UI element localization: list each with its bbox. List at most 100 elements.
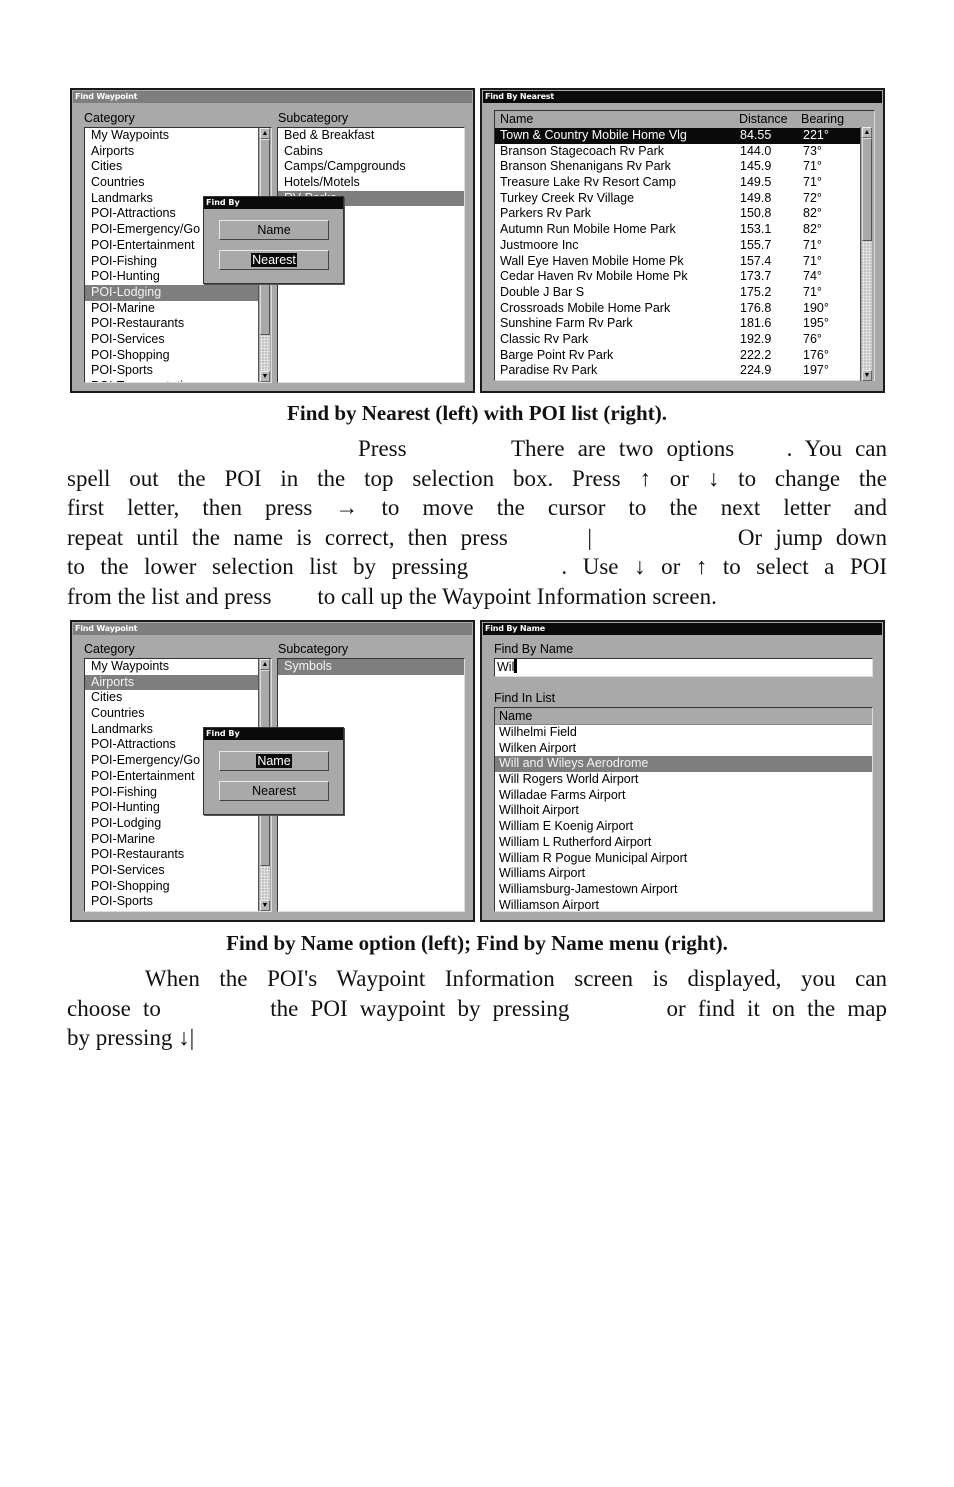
list-item[interactable]: Williamsburg-Jamestown Airport	[495, 882, 872, 898]
poi-distance: 176.8	[740, 300, 772, 315]
column-header-bearing[interactable]: Bearing	[801, 111, 844, 127]
list-item[interactable]: William L Rutherford Airport	[495, 835, 872, 851]
scroll-down-arrow-icon[interactable]: ▼	[260, 900, 270, 911]
list-header: Name	[495, 708, 872, 725]
table-row[interactable]: Cedar Haven Rv Mobile Home Pk 173.7 74°	[495, 269, 862, 285]
column-header-distance[interactable]: Distance	[739, 111, 788, 127]
list-item[interactable]: Symbols	[278, 659, 464, 675]
poi-name: Branson Shenanigans Rv Park	[500, 159, 671, 174]
list-item[interactable]: POI-Restaurants	[85, 847, 261, 863]
list-item[interactable]: Hotels/Motels	[278, 175, 464, 191]
scroll-down-arrow-icon[interactable]: ▼	[260, 371, 270, 382]
name-results-list[interactable]: Name Wilhelmi Field Wilken Airport Will an…	[494, 707, 873, 912]
list-item[interactable]: Williams Airport	[495, 866, 872, 882]
list-item[interactable]: POI-Restaurants	[85, 316, 261, 332]
table-row[interactable]: Crossroads Mobile Home Park 176.8 190°	[495, 301, 862, 317]
table-row[interactable]: Wall Eye Haven Mobile Home Pk 157.4 71°	[495, 254, 862, 270]
find-by-nearest-button[interactable]: Nearest	[219, 250, 329, 270]
name-search-input[interactable]: Wil	[494, 658, 873, 677]
find-waypoint-screen-2: Find Waypoint Category Subcategory My Wa…	[70, 620, 475, 922]
table-row[interactable]: Barge Point Rv Park 222.2 176°	[495, 348, 862, 364]
window-title: Find By Name	[483, 623, 882, 635]
find-by-nearest-screen: Find By Nearest Name Distance Bearing To…	[480, 88, 885, 393]
results-scrollbar[interactable]: ▲ ▼	[860, 127, 873, 381]
category-label: Category	[84, 111, 135, 125]
list-item[interactable]: Countries	[85, 706, 261, 722]
poi-distance: 192.9	[740, 331, 772, 346]
scroll-up-arrow-icon[interactable]: ▲	[260, 659, 270, 670]
list-item[interactable]: POI-Lodging	[85, 284, 261, 301]
poi-distance: 157.4	[740, 253, 772, 268]
list-item[interactable]: POI-Transportation	[85, 379, 261, 382]
list-item[interactable]: POI-Services	[85, 863, 261, 879]
scroll-track[interactable]	[862, 241, 872, 370]
nearest-results-table[interactable]: Name Distance Bearing Town & Country Mob…	[494, 110, 875, 381]
list-item[interactable]: POI-Shopping	[85, 879, 261, 895]
table-row[interactable]: Double J Bar S 175.2 71°	[495, 285, 862, 301]
list-item[interactable]: My Waypoints	[85, 128, 261, 144]
scroll-track[interactable]	[260, 335, 270, 371]
text-line: choose to the POI waypoint by pressing o…	[67, 995, 887, 1021]
list-item[interactable]: Airports	[85, 144, 261, 160]
poi-name: Sunshine Farm Rv Park	[500, 316, 633, 331]
list-item[interactable]: POI-Transportation	[85, 910, 261, 911]
text-line: Press There are two options . You can	[358, 436, 887, 461]
scroll-up-arrow-icon[interactable]: ▲	[862, 127, 872, 138]
poi-distance: 149.5	[740, 175, 772, 190]
find-by-nearest-label: Nearest	[252, 784, 296, 798]
table-row[interactable]: Turkey Creek Rv Village 149.8 72°	[495, 191, 862, 207]
scroll-up-arrow-icon[interactable]: ▲	[260, 128, 270, 139]
list-item[interactable]: Countries	[85, 175, 261, 191]
list-item[interactable]: POI-Marine	[85, 832, 261, 848]
list-item[interactable]: My Waypoints	[85, 659, 261, 675]
list-item[interactable]: Will Rogers World Airport	[495, 772, 872, 788]
text-cursor	[514, 659, 518, 673]
poi-name: Branson Stagecoach Rv Park	[500, 143, 664, 158]
find-by-name-button[interactable]: Name	[219, 751, 329, 771]
find-by-dialog: Find By Name Nearest	[203, 727, 344, 815]
table-row[interactable]: Branson Stagecoach Rv Park 144.0 73°	[495, 144, 862, 160]
find-in-list-label: Find In List	[494, 691, 556, 705]
list-item[interactable]: Williamson Airport	[495, 898, 872, 911]
list-item[interactable]: Willadae Farms Airport	[495, 788, 872, 804]
poi-name: Classic Rv Park	[500, 331, 589, 346]
list-item[interactable]: POI-Marine	[85, 301, 261, 317]
table-row[interactable]: Town & Country Mobile Home Vlg 84.55 221°	[495, 128, 862, 144]
list-item[interactable]: Cabins	[278, 144, 464, 160]
find-by-name-button[interactable]: Name	[219, 220, 329, 240]
list-item[interactable]: POI-Sports	[85, 894, 261, 910]
list-item[interactable]: Bed & Breakfast	[278, 128, 464, 144]
table-row[interactable]: Treasure Lake Rv Resort Camp 149.5 71°	[495, 175, 862, 191]
table-row[interactable]: Parkers Rv Park 150.8 82°	[495, 206, 862, 222]
list-item[interactable]: Cities	[85, 690, 261, 706]
list-item[interactable]: Wilken Airport	[495, 741, 872, 757]
table-row[interactable]: Classic Rv Park 192.9 76°	[495, 332, 862, 348]
list-item[interactable]: Airports	[85, 674, 261, 691]
list-item[interactable]: Cities	[85, 159, 261, 175]
scroll-down-arrow-icon[interactable]: ▼	[862, 370, 872, 381]
poi-distance: 173.7	[740, 269, 772, 284]
table-row[interactable]: Branson Shenanigans Rv Park 145.9 71°	[495, 159, 862, 175]
list-item[interactable]: William E Koenig Airport	[495, 819, 872, 835]
list-item[interactable]: POI-Services	[85, 332, 261, 348]
table-row[interactable]: Paradise Rv Park 224.9 197°	[495, 363, 862, 379]
list-item[interactable]: POI-Lodging	[85, 816, 261, 832]
list-item[interactable]: William R Pogue Municipal Airport	[495, 851, 872, 867]
scroll-thumb[interactable]	[862, 138, 872, 241]
poi-distance: 144.0	[740, 143, 772, 158]
table-row[interactable]: Autumn Run Mobile Home Park 153.1 82°	[495, 222, 862, 238]
poi-name: Paradise Rv Park	[500, 363, 598, 378]
list-item[interactable]: Willhoit Airport	[495, 803, 872, 819]
scroll-track[interactable]	[260, 866, 270, 900]
list-item[interactable]: Camps/Campgrounds	[278, 159, 464, 175]
list-item[interactable]: Wilhelmi Field	[495, 725, 872, 741]
list-item[interactable]: POI-Shopping	[85, 348, 261, 364]
list-item[interactable]: POI-Sports	[85, 363, 261, 379]
column-header-name[interactable]: Name	[500, 111, 533, 127]
poi-name: Justmoore Inc	[500, 237, 579, 252]
poi-distance: 175.2	[740, 284, 772, 299]
table-row[interactable]: Justmoore Inc 155.7 71°	[495, 238, 862, 254]
find-by-nearest-button[interactable]: Nearest	[219, 781, 329, 801]
table-row[interactable]: Sunshine Farm Rv Park 181.6 195°	[495, 316, 862, 332]
list-item[interactable]: Will and Wileys Aerodrome	[495, 756, 872, 773]
